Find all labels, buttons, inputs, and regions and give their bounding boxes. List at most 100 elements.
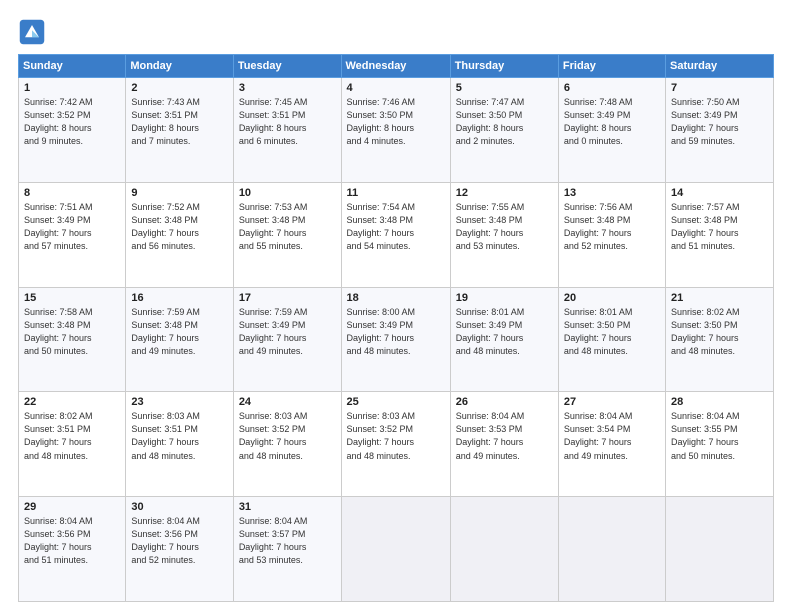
- day-detail: Sunrise: 7:51 AM Sunset: 3:49 PM Dayligh…: [24, 201, 120, 253]
- calendar-cell: 30 Sunrise: 8:04 AM Sunset: 3:56 PM Dayli…: [126, 497, 233, 602]
- day-number: 7: [671, 82, 768, 94]
- day-number: 2: [131, 82, 227, 94]
- day-detail: Sunrise: 7:59 AM Sunset: 3:49 PM Dayligh…: [239, 306, 336, 358]
- day-number: 21: [671, 292, 768, 304]
- day-detail: Sunrise: 8:02 AM Sunset: 3:50 PM Dayligh…: [671, 306, 768, 358]
- day-detail: Sunrise: 8:01 AM Sunset: 3:50 PM Dayligh…: [564, 306, 660, 358]
- day-number: 5: [456, 82, 553, 94]
- calendar-cell: 26 Sunrise: 8:04 AM Sunset: 3:53 PM Dayli…: [450, 392, 558, 497]
- calendar-cell: 5 Sunrise: 7:47 AM Sunset: 3:50 PM Daylig…: [450, 78, 558, 183]
- day-detail: Sunrise: 7:58 AM Sunset: 3:48 PM Dayligh…: [24, 306, 120, 358]
- day-number: 19: [456, 292, 553, 304]
- calendar-cell: 21 Sunrise: 8:02 AM Sunset: 3:50 PM Dayli…: [665, 287, 773, 392]
- column-header-wednesday: Wednesday: [341, 55, 450, 78]
- column-header-monday: Monday: [126, 55, 233, 78]
- day-number: 22: [24, 396, 120, 408]
- day-number: 24: [239, 396, 336, 408]
- day-detail: Sunrise: 7:48 AM Sunset: 3:49 PM Dayligh…: [564, 96, 660, 148]
- day-detail: Sunrise: 8:04 AM Sunset: 3:57 PM Dayligh…: [239, 515, 336, 567]
- calendar-cell: [665, 497, 773, 602]
- column-header-sunday: Sunday: [19, 55, 126, 78]
- day-number: 15: [24, 292, 120, 304]
- day-detail: Sunrise: 7:56 AM Sunset: 3:48 PM Dayligh…: [564, 201, 660, 253]
- week-row-5: 29 Sunrise: 8:04 AM Sunset: 3:56 PM Dayli…: [19, 497, 774, 602]
- day-number: 6: [564, 82, 660, 94]
- column-header-saturday: Saturday: [665, 55, 773, 78]
- day-number: 16: [131, 292, 227, 304]
- day-detail: Sunrise: 8:04 AM Sunset: 3:56 PM Dayligh…: [131, 515, 227, 567]
- day-number: 10: [239, 187, 336, 199]
- column-header-friday: Friday: [558, 55, 665, 78]
- day-detail: Sunrise: 8:04 AM Sunset: 3:53 PM Dayligh…: [456, 410, 553, 462]
- calendar-cell: [558, 497, 665, 602]
- day-detail: Sunrise: 8:00 AM Sunset: 3:49 PM Dayligh…: [347, 306, 445, 358]
- calendar-cell: [341, 497, 450, 602]
- calendar-cell: 7 Sunrise: 7:50 AM Sunset: 3:49 PM Daylig…: [665, 78, 773, 183]
- day-number: 23: [131, 396, 227, 408]
- day-number: 12: [456, 187, 553, 199]
- day-detail: Sunrise: 7:42 AM Sunset: 3:52 PM Dayligh…: [24, 96, 120, 148]
- calendar-cell: 17Sunrise: 7:59 AM Sunset: 3:49 PM Dayli…: [233, 287, 341, 392]
- calendar-cell: 20 Sunrise: 8:01 AM Sunset: 3:50 PM Dayli…: [558, 287, 665, 392]
- calendar-body: 1 Sunrise: 7:42 AM Sunset: 3:52 PM Daylig…: [19, 78, 774, 602]
- day-number: 13: [564, 187, 660, 199]
- calendar-cell: 9Sunrise: 7:52 AM Sunset: 3:48 PM Daylig…: [126, 182, 233, 287]
- calendar-cell: 23 Sunrise: 8:03 AM Sunset: 3:51 PM Dayli…: [126, 392, 233, 497]
- calendar-cell: 4Sunrise: 7:46 AM Sunset: 3:50 PM Daylig…: [341, 78, 450, 183]
- column-header-thursday: Thursday: [450, 55, 558, 78]
- day-detail: Sunrise: 8:04 AM Sunset: 3:56 PM Dayligh…: [24, 515, 120, 567]
- day-number: 28: [671, 396, 768, 408]
- logo: [18, 18, 50, 46]
- day-detail: Sunrise: 7:59 AM Sunset: 3:48 PM Dayligh…: [131, 306, 227, 358]
- day-number: 29: [24, 501, 120, 513]
- calendar-cell: 13 Sunrise: 7:56 AM Sunset: 3:48 PM Dayli…: [558, 182, 665, 287]
- day-detail: Sunrise: 8:01 AM Sunset: 3:49 PM Dayligh…: [456, 306, 553, 358]
- calendar-cell: 11Sunrise: 7:54 AM Sunset: 3:48 PM Dayli…: [341, 182, 450, 287]
- calendar-cell: 29 Sunrise: 8:04 AM Sunset: 3:56 PM Dayli…: [19, 497, 126, 602]
- day-number: 31: [239, 501, 336, 513]
- day-detail: Sunrise: 8:03 AM Sunset: 3:52 PM Dayligh…: [239, 410, 336, 462]
- calendar-cell: 24 Sunrise: 8:03 AM Sunset: 3:52 PM Dayli…: [233, 392, 341, 497]
- day-number: 30: [131, 501, 227, 513]
- day-number: 1: [24, 82, 120, 94]
- day-detail: Sunrise: 8:04 AM Sunset: 3:54 PM Dayligh…: [564, 410, 660, 462]
- day-detail: Sunrise: 8:04 AM Sunset: 3:55 PM Dayligh…: [671, 410, 768, 462]
- calendar-cell: 6 Sunrise: 7:48 AM Sunset: 3:49 PM Daylig…: [558, 78, 665, 183]
- calendar-table: SundayMondayTuesdayWednesdayThursdayFrid…: [18, 54, 774, 602]
- day-detail: Sunrise: 7:50 AM Sunset: 3:49 PM Dayligh…: [671, 96, 768, 148]
- calendar-cell: [450, 497, 558, 602]
- header-row: SundayMondayTuesdayWednesdayThursdayFrid…: [19, 55, 774, 78]
- calendar-cell: 25 Sunrise: 8:03 AM Sunset: 3:52 PM Dayli…: [341, 392, 450, 497]
- calendar-cell: 8 Sunrise: 7:51 AM Sunset: 3:49 PM Daylig…: [19, 182, 126, 287]
- day-number: 8: [24, 187, 120, 199]
- calendar-cell: 3Sunrise: 7:45 AM Sunset: 3:51 PM Daylig…: [233, 78, 341, 183]
- calendar-cell: 16 Sunrise: 7:59 AM Sunset: 3:48 PM Dayli…: [126, 287, 233, 392]
- calendar-cell: 10 Sunrise: 7:53 AM Sunset: 3:48 PM Dayli…: [233, 182, 341, 287]
- page: SundayMondayTuesdayWednesdayThursdayFrid…: [0, 0, 792, 612]
- day-detail: Sunrise: 7:55 AM Sunset: 3:48 PM Dayligh…: [456, 201, 553, 253]
- calendar-cell: 14Sunrise: 7:57 AM Sunset: 3:48 PM Dayli…: [665, 182, 773, 287]
- column-header-tuesday: Tuesday: [233, 55, 341, 78]
- day-detail: Sunrise: 8:03 AM Sunset: 3:52 PM Dayligh…: [347, 410, 445, 462]
- calendar-cell: 15 Sunrise: 7:58 AM Sunset: 3:48 PM Dayli…: [19, 287, 126, 392]
- day-number: 20: [564, 292, 660, 304]
- calendar-cell: 1 Sunrise: 7:42 AM Sunset: 3:52 PM Daylig…: [19, 78, 126, 183]
- day-detail: Sunrise: 8:03 AM Sunset: 3:51 PM Dayligh…: [131, 410, 227, 462]
- day-number: 11: [347, 187, 445, 199]
- calendar-cell: 12 Sunrise: 7:55 AM Sunset: 3:48 PM Dayli…: [450, 182, 558, 287]
- day-detail: Sunrise: 7:47 AM Sunset: 3:50 PM Dayligh…: [456, 96, 553, 148]
- week-row-1: 1 Sunrise: 7:42 AM Sunset: 3:52 PM Daylig…: [19, 78, 774, 183]
- calendar-cell: 31 Sunrise: 8:04 AM Sunset: 3:57 PM Dayli…: [233, 497, 341, 602]
- day-number: 18: [347, 292, 445, 304]
- day-detail: Sunrise: 7:43 AM Sunset: 3:51 PM Dayligh…: [131, 96, 227, 148]
- day-number: 26: [456, 396, 553, 408]
- week-row-4: 22Sunrise: 8:02 AM Sunset: 3:51 PM Dayli…: [19, 392, 774, 497]
- calendar-cell: 27Sunrise: 8:04 AM Sunset: 3:54 PM Dayli…: [558, 392, 665, 497]
- day-number: 3: [239, 82, 336, 94]
- day-number: 4: [347, 82, 445, 94]
- day-number: 25: [347, 396, 445, 408]
- day-detail: Sunrise: 7:53 AM Sunset: 3:48 PM Dayligh…: [239, 201, 336, 253]
- day-number: 9: [131, 187, 227, 199]
- week-row-3: 15 Sunrise: 7:58 AM Sunset: 3:48 PM Dayli…: [19, 287, 774, 392]
- day-detail: Sunrise: 7:57 AM Sunset: 3:48 PM Dayligh…: [671, 201, 768, 253]
